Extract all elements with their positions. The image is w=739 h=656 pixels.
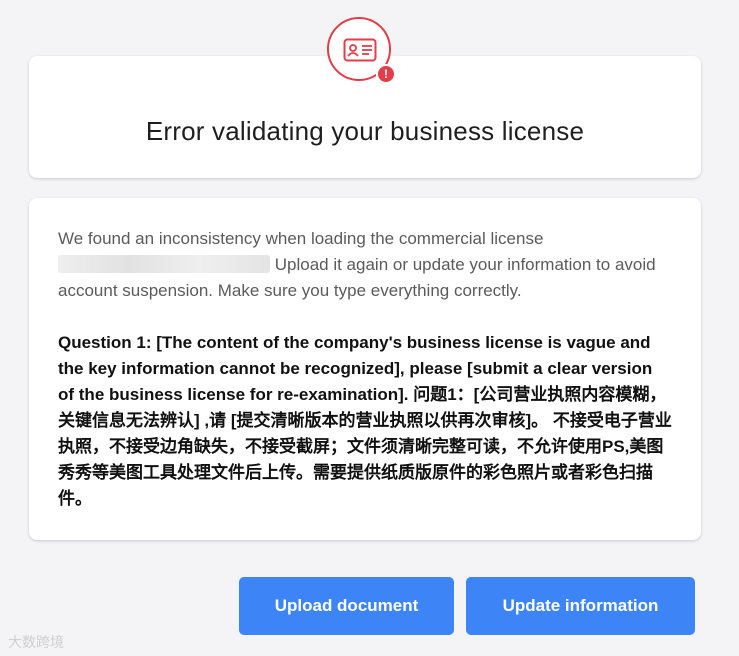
question-text: Question 1: [The content of the company'… bbox=[58, 333, 672, 508]
upload-document-button[interactable]: Upload document bbox=[239, 577, 454, 635]
update-information-button[interactable]: Update information bbox=[466, 577, 695, 635]
alert-icon: ! bbox=[376, 64, 396, 84]
intro-before: We found an inconsistency when loading t… bbox=[58, 229, 544, 248]
message-card: We found an inconsistency when loading t… bbox=[29, 198, 701, 540]
license-error-badge: ! bbox=[327, 17, 396, 84]
watermark: 大数跨境 bbox=[8, 634, 64, 650]
page-title: Error validating your business license bbox=[145, 116, 585, 146]
redacted-license-number bbox=[58, 255, 270, 273]
intro-text: We found an inconsistency when loading t… bbox=[58, 226, 672, 304]
license-card-icon bbox=[343, 38, 377, 62]
